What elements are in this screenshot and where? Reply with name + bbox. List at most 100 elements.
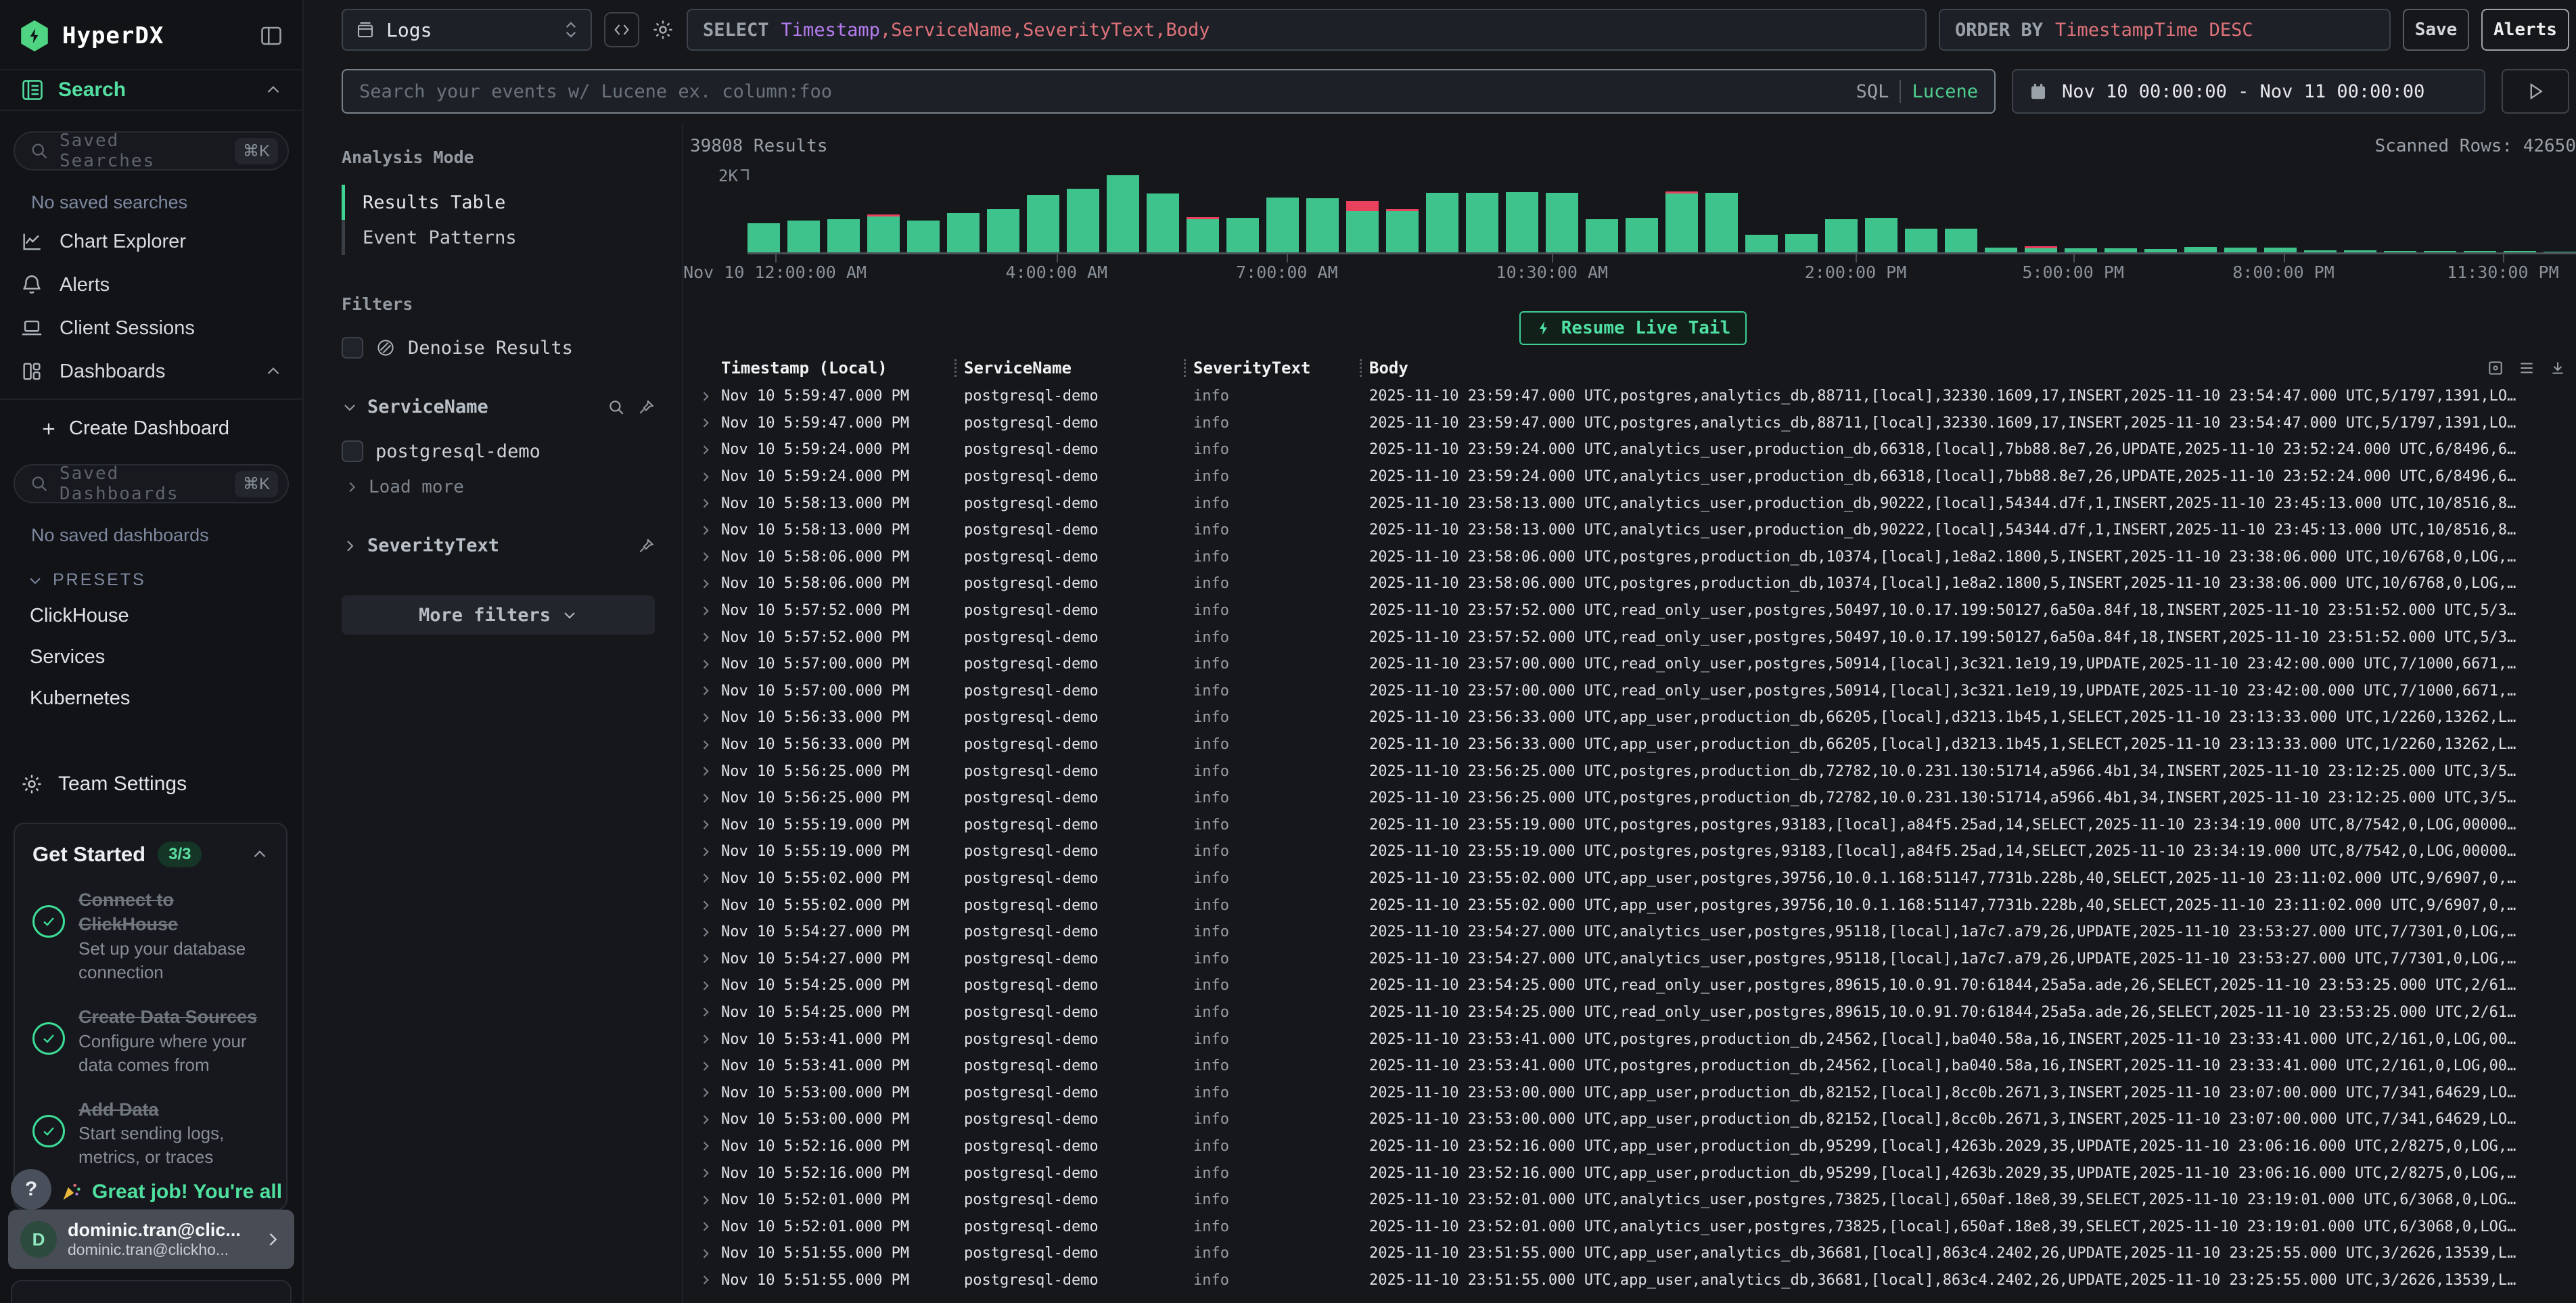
expand-row-icon[interactable] — [690, 497, 721, 510]
expand-row-icon[interactable] — [690, 818, 721, 831]
table-row[interactable]: Nov 10 5:55:02.000 PMpostgresql-demoinfo… — [690, 892, 2576, 919]
table-row[interactable]: Nov 10 5:54:27.000 PMpostgresql-demoinfo… — [690, 945, 2576, 972]
more-filters-button[interactable]: More filters — [342, 595, 655, 635]
checkbox[interactable] — [342, 440, 363, 462]
expand-row-icon[interactable] — [690, 1086, 721, 1099]
histogram-bars[interactable] — [748, 173, 2576, 254]
sidebar-item-client-sessions[interactable]: Client Sessions — [0, 306, 302, 350]
table-row[interactable]: Nov 10 5:52:01.000 PMpostgresql-demoinfo… — [690, 1187, 2576, 1214]
panel-toggle-icon[interactable] — [259, 24, 283, 48]
table-row[interactable]: Nov 10 5:54:25.000 PMpostgresql-demoinfo… — [690, 999, 2576, 1026]
table-row[interactable]: Nov 10 5:54:27.000 PMpostgresql-demoinfo… — [690, 919, 2576, 946]
source-select[interactable]: Logs — [342, 9, 592, 51]
pin-icon[interactable] — [637, 398, 655, 416]
get-started-item[interactable]: Connect to ClickHouse Set up your databa… — [32, 888, 269, 984]
expand-row-icon[interactable] — [690, 979, 721, 992]
expand-row-icon[interactable] — [690, 1166, 721, 1180]
sidebar-item-chart-explorer[interactable]: Chart Explorer — [0, 220, 302, 263]
expand-row-icon[interactable] — [690, 1113, 721, 1126]
table-row[interactable]: Nov 10 5:59:24.000 PMpostgresql-demoinfo… — [690, 463, 2576, 490]
preset-item-clickhouse[interactable]: ClickHouse — [0, 595, 302, 637]
expand-row-icon[interactable] — [690, 631, 721, 644]
expand-row-icon[interactable] — [690, 898, 721, 912]
help-button[interactable]: ? — [11, 1169, 51, 1210]
get-started-item[interactable]: Add Data Start sending logs, metrics, or… — [32, 1097, 269, 1170]
table-row[interactable]: Nov 10 5:57:52.000 PMpostgresql-demoinfo… — [690, 597, 2576, 624]
preset-item-kubernetes[interactable]: Kubernetes — [0, 678, 302, 719]
table-row[interactable]: Nov 10 5:55:19.000 PMpostgresql-demoinfo… — [690, 812, 2576, 839]
table-row[interactable]: Nov 10 5:58:13.000 PMpostgresql-demoinfo… — [690, 490, 2576, 517]
table-row[interactable]: Nov 10 5:58:06.000 PMpostgresql-demoinfo… — [690, 570, 2576, 597]
expand-row-icon[interactable] — [690, 550, 721, 564]
saved-dashboards-input[interactable]: Saved Dashboards ⌘K — [14, 464, 289, 503]
expand-row-icon[interactable] — [690, 524, 721, 537]
load-more-button[interactable]: Load more — [342, 477, 655, 497]
col-header-body[interactable]: Body — [1369, 359, 1408, 378]
table-row[interactable]: Nov 10 5:58:06.000 PMpostgresql-demoinfo… — [690, 544, 2576, 571]
expand-row-icon[interactable] — [690, 684, 721, 698]
expand-row-icon[interactable] — [690, 1220, 721, 1233]
col-header-servicename[interactable]: ServiceName — [964, 359, 1184, 378]
filter-group-servicename[interactable]: ServiceName — [342, 396, 655, 417]
filter-group-severitytext[interactable]: SeverityText — [342, 535, 655, 556]
mode-results-table[interactable]: Results Table — [342, 185, 655, 220]
preset-item-services[interactable]: Services — [0, 637, 302, 678]
expand-row-icon[interactable] — [690, 764, 721, 778]
column-resize-handle[interactable] — [1184, 359, 1193, 377]
column-resize-handle[interactable] — [1360, 359, 1369, 377]
table-row[interactable]: Nov 10 5:52:01.000 PMpostgresql-demoinfo… — [690, 1213, 2576, 1240]
presets-header[interactable]: PRESETS — [0, 553, 302, 595]
select-clause-input[interactable]: SELECT Timestamp,ServiceName,SeverityTex… — [687, 9, 1927, 51]
table-row[interactable]: Nov 10 5:53:00.000 PMpostgresql-demoinfo… — [690, 1079, 2576, 1106]
expand-row-icon[interactable] — [690, 792, 721, 805]
expand-row-icon[interactable] — [690, 604, 721, 618]
expand-row-icon[interactable] — [690, 470, 721, 484]
table-row[interactable]: Nov 10 5:56:25.000 PMpostgresql-demoinfo… — [690, 785, 2576, 812]
events-histogram[interactable]: 2K Nov 10 12:00:00 AM4:00:00 AM7:00:00 A… — [724, 173, 2576, 284]
expand-row-icon[interactable] — [690, 952, 721, 965]
table-row[interactable]: Nov 10 5:57:52.000 PMpostgresql-demoinfo… — [690, 624, 2576, 651]
search-icon[interactable] — [607, 398, 625, 416]
column-resize-handle[interactable] — [954, 359, 964, 377]
expand-row-icon[interactable] — [690, 738, 721, 752]
sidebar-item-dashboards[interactable]: Dashboards — [0, 350, 302, 393]
expand-row-icon[interactable] — [690, 443, 721, 457]
table-row[interactable]: Nov 10 5:56:25.000 PMpostgresql-demoinfo… — [690, 758, 2576, 785]
table-row[interactable]: Nov 10 5:56:33.000 PMpostgresql-demoinfo… — [690, 704, 2576, 731]
download-icon[interactable] — [2549, 359, 2567, 377]
expand-row-icon[interactable] — [690, 1193, 721, 1207]
search-input[interactable]: Search your events w/ Lucene ex. column:… — [342, 69, 1996, 114]
language-toggle-sql[interactable]: SQL — [1856, 81, 1889, 102]
table-row[interactable]: Nov 10 5:59:47.000 PMpostgresql-demoinfo… — [690, 410, 2576, 437]
table-row[interactable]: Nov 10 5:52:16.000 PMpostgresql-demoinfo… — [690, 1160, 2576, 1187]
checkbox[interactable] — [342, 337, 363, 359]
expand-row-icon[interactable] — [690, 871, 721, 885]
saved-searches-input[interactable]: Saved Searches ⌘K — [14, 131, 289, 170]
save-button[interactable]: Save — [2403, 9, 2469, 51]
expand-row-icon[interactable] — [690, 1273, 721, 1287]
mode-event-patterns[interactable]: Event Patterns — [342, 220, 655, 255]
expand-row-icon[interactable] — [690, 1005, 721, 1019]
denoise-results-checkbox-row[interactable]: Denoise Results — [342, 337, 655, 359]
table-row[interactable]: Nov 10 5:58:13.000 PMpostgresql-demoinfo… — [690, 517, 2576, 544]
query-settings-gear-icon[interactable] — [651, 18, 674, 41]
table-row[interactable]: Nov 10 5:56:33.000 PMpostgresql-demoinfo… — [690, 731, 2576, 758]
table-row[interactable]: Nov 10 5:53:00.000 PMpostgresql-demoinfo… — [690, 1106, 2576, 1133]
code-editor-button[interactable] — [604, 12, 639, 47]
sidebar-item-alerts[interactable]: Alerts — [0, 263, 302, 306]
expand-row-icon[interactable] — [690, 1032, 721, 1046]
run-search-button[interactable] — [2502, 69, 2569, 114]
user-account-button[interactable]: D dominic.tran@clic... dominic.tran@clic… — [8, 1210, 294, 1269]
table-row[interactable]: Nov 10 5:55:02.000 PMpostgresql-demoinfo… — [690, 865, 2576, 892]
expand-row-icon[interactable] — [690, 390, 721, 403]
table-row[interactable]: Nov 10 5:59:47.000 PMpostgresql-demoinfo… — [690, 383, 2576, 410]
get-started-item[interactable]: Create Data Sources Configure where your… — [32, 1005, 269, 1077]
orderby-input[interactable]: ORDER BY TimestampTime DESC — [1939, 9, 2391, 51]
table-row[interactable]: Nov 10 5:51:55.000 PMpostgresql-demoinfo… — [690, 1240, 2576, 1267]
table-row[interactable]: Nov 10 5:55:19.000 PMpostgresql-demoinfo… — [690, 838, 2576, 865]
table-row[interactable]: Nov 10 5:53:41.000 PMpostgresql-demoinfo… — [690, 1026, 2576, 1053]
table-row[interactable]: Nov 10 5:59:24.000 PMpostgresql-demoinfo… — [690, 436, 2576, 463]
resume-live-tail-button[interactable]: Resume Live Tail — [1519, 311, 1747, 345]
table-row[interactable]: Nov 10 5:51:55.000 PMpostgresql-demoinfo… — [690, 1267, 2576, 1294]
table-row[interactable]: Nov 10 5:52:16.000 PMpostgresql-demoinfo… — [690, 1133, 2576, 1160]
